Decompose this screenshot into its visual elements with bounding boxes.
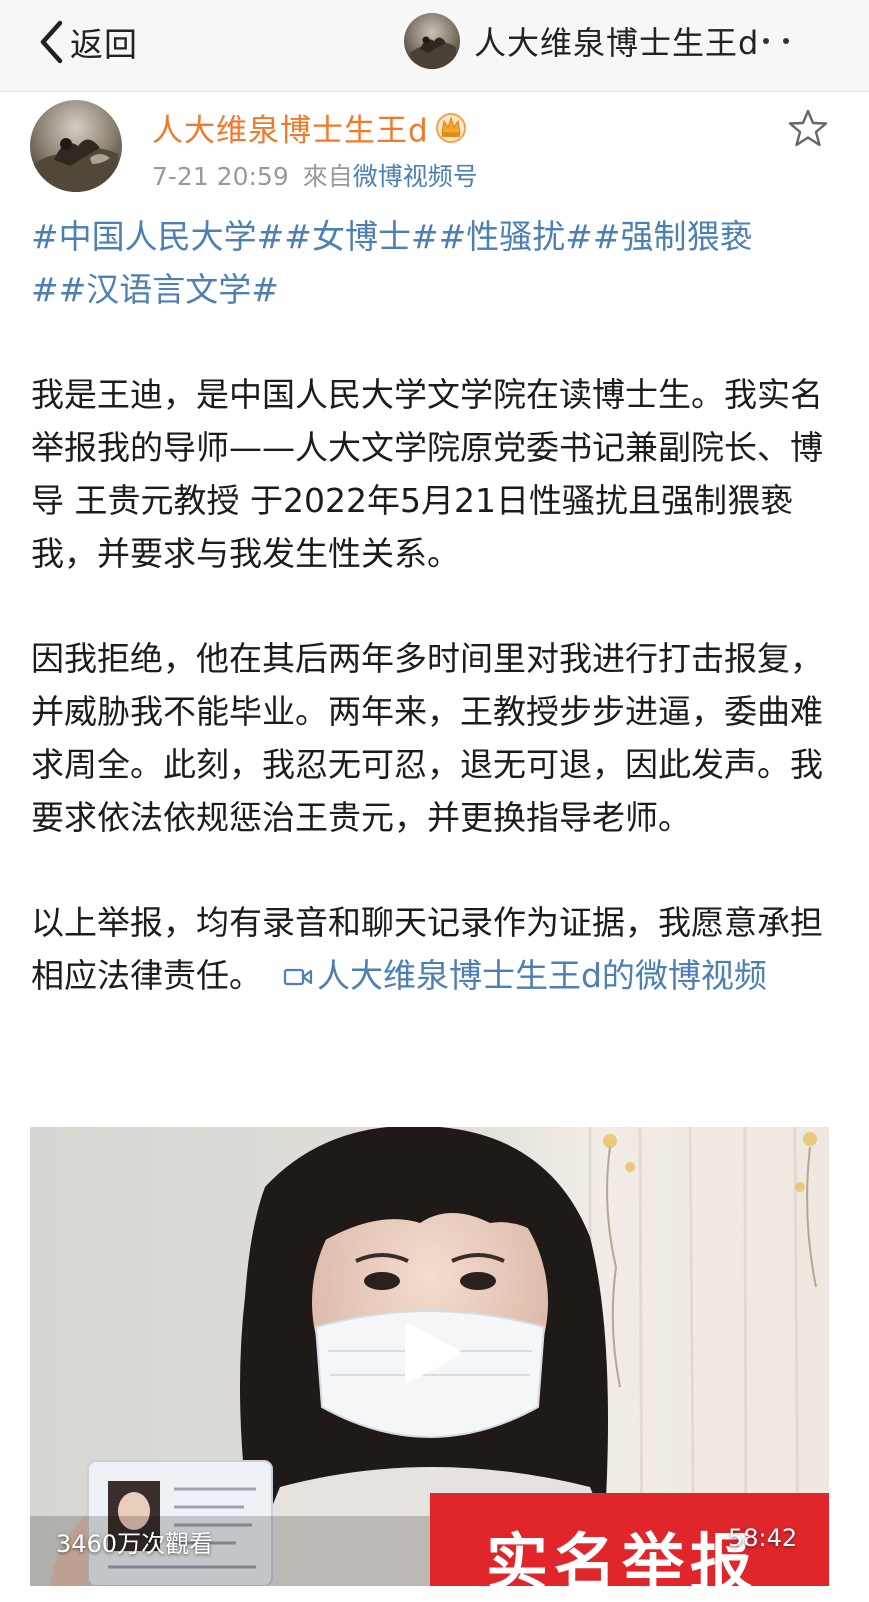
video-link-label[interactable]: 人大维泉博士生王d的微博视频 xyxy=(317,956,767,995)
star-icon[interactable] xyxy=(788,108,828,148)
top-nav-bar: 返回 人大维泉博士生王d xyxy=(0,0,869,92)
source-link[interactable]: 微博视频号 xyxy=(353,162,478,191)
crown-icon xyxy=(435,113,466,143)
back-button[interactable]: 返回 xyxy=(36,16,138,68)
post-body: #中国人民大学##女博士##性骚扰##强制猥亵 ##汉语言文学# 我是王迪，是中… xyxy=(31,210,841,1002)
source-prefix: 來自 xyxy=(302,162,353,191)
hashtag-line[interactable]: ##汉语言文学# xyxy=(31,263,841,316)
hashtag-block[interactable]: #中国人民大学##女博士##性骚扰##强制猥亵 ##汉语言文学# xyxy=(31,210,841,316)
banner-text: 实名举报 xyxy=(486,1526,759,1599)
video-duration: 58:42 xyxy=(728,1524,798,1552)
video-link[interactable]: 人大维泉博士生王d的微博视频 xyxy=(283,956,767,995)
more-icon[interactable] xyxy=(763,21,790,61)
post-meta: 7-21 20:59 來自微博视频号 xyxy=(152,157,478,193)
play-icon[interactable] xyxy=(399,1318,465,1388)
nav-user-header[interactable]: 人大维泉博士生王d xyxy=(404,12,790,70)
hashtag-line[interactable]: #中国人民大学##女博士##性骚扰##强制猥亵 xyxy=(31,210,841,263)
author-header: 人大维泉博士生王d xyxy=(152,104,469,150)
post-paragraph: 因我拒绝，他在其后两年多时间里对我进行打击报复，并威胁我不能毕业。两年来，王教授… xyxy=(31,639,823,837)
post-paragraph: 我是王迪，是中国人民大学文学院在读博士生。我实名举报我的导师——人大文学院原党委… xyxy=(31,375,823,573)
nav-title: 人大维泉博士生王d xyxy=(474,24,760,62)
view-count: 3460万次觀看 xyxy=(56,1530,214,1558)
author-avatar[interactable] xyxy=(30,100,122,192)
post-paragraph-last: 以上举报，均有录音和聊天记录作为证据，我愿意承担相应法律责任。 人大维泉博士生王… xyxy=(31,896,841,1002)
video-camera-icon xyxy=(283,968,313,986)
back-label: 返回 xyxy=(70,25,138,64)
author-name[interactable]: 人大维泉博士生王d xyxy=(152,105,429,150)
chevron-left-icon xyxy=(40,20,63,64)
nav-avatar[interactable] xyxy=(404,13,460,69)
post-timestamp: 7-21 20:59 xyxy=(152,162,289,191)
